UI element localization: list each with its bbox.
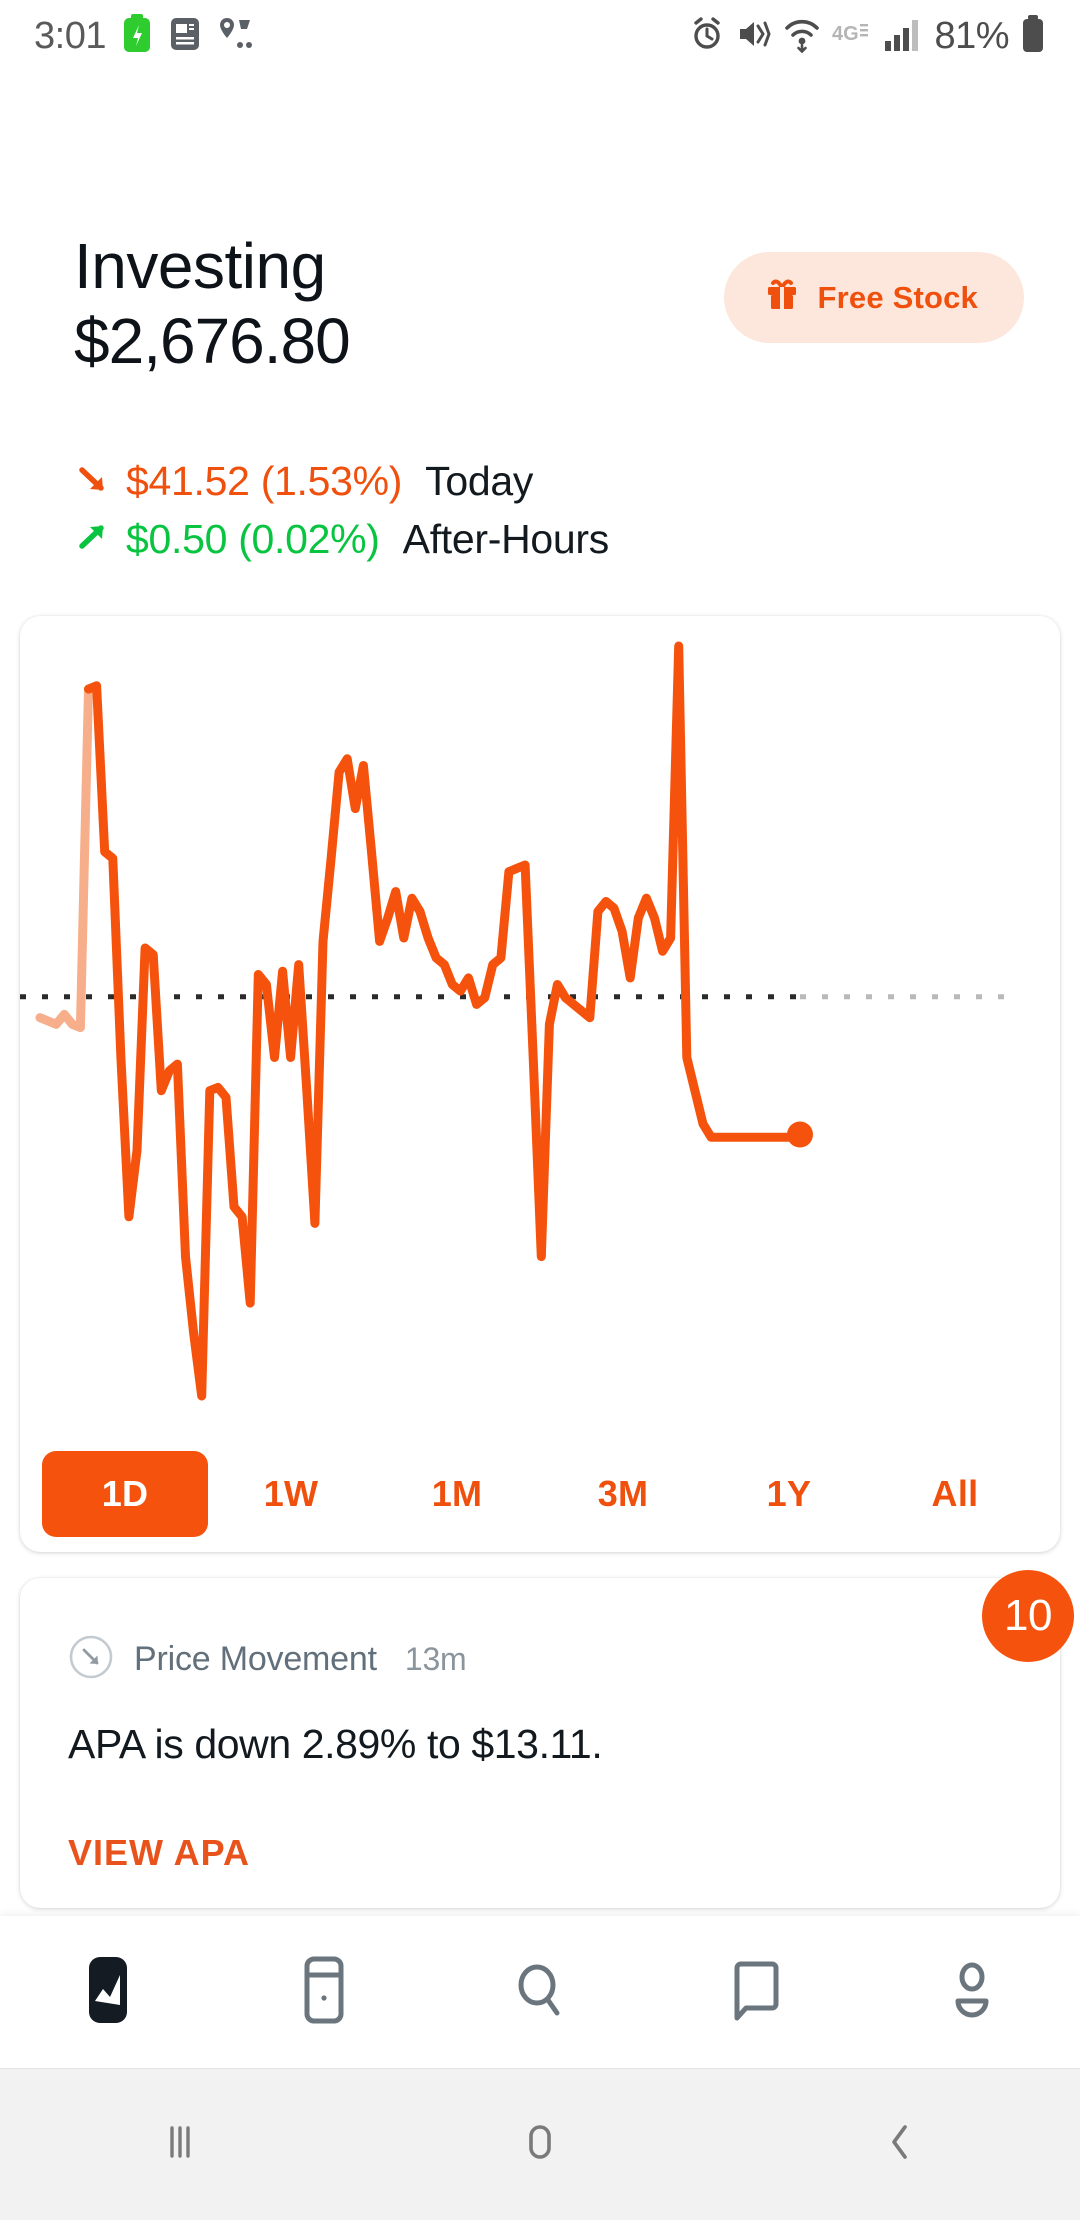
page-header: Investing $2,676.80 Free Stock [0,231,1080,379]
nav-item-messages[interactable] [648,1951,864,2034]
wallet-card-icon [293,1951,355,2034]
message-bubble-icon [725,1951,787,2034]
arrow-down-right-icon [74,460,112,503]
range-button-1m[interactable]: 1M [374,1451,540,1537]
svg-text:4G: 4G [832,23,859,45]
arrow-up-right-icon [74,518,112,561]
change-value-afterhours: $0.50 (0.02%) [126,515,380,562]
wifi-icon [783,15,821,58]
status-bar-right: 4G 81% [689,14,1046,59]
android-navigation-bar [0,2068,1080,2220]
news-badge-count[interactable]: 10 [982,1570,1074,1662]
android-home-button[interactable] [360,2114,720,2175]
change-summary: $41.52 (1.53%) Today $0.50 (0.02%) After… [0,452,1080,568]
chart-endpoint-dot [787,1121,813,1148]
range-button-1w[interactable]: 1W [208,1451,374,1537]
portfolio-chart[interactable] [20,616,1060,1436]
battery-saver-icon [120,13,154,59]
app-screen: 3:01 4G 81% Investing $2,676.80 Free Sto… [0,0,1080,2220]
nav-item-search[interactable] [432,1951,648,2034]
range-button-all[interactable]: All [872,1451,1038,1537]
chart-svg [20,641,1020,1401]
chart-box-icon [77,1951,139,2034]
view-apa-link[interactable]: VIEW APA [68,1832,250,1874]
status-bar-left: 3:01 [34,13,256,59]
news-time: 13m [404,1641,467,1677]
android-back-button[interactable] [720,2114,1080,2175]
news-body: APA is down 2.89% to $13.11. [68,1721,603,1767]
range-button-1y[interactable]: 1Y [706,1451,872,1537]
home-icon [512,2114,568,2175]
chart-line [84,641,805,1401]
free-stock-label: Free Stock [817,279,978,315]
chart-line-premarket [35,684,93,1033]
news-header: Price Movement 13m [20,1578,1060,1685]
change-row-today: $41.52 (1.53%) Today [74,452,1006,510]
change-value-today: $41.52 (1.53%) [126,457,403,504]
location-share-icon [216,14,256,59]
change-row-afterhours: $0.50 (0.02%) After-Hours [74,510,1006,568]
battery-icon [1020,14,1046,59]
android-recents-button[interactable] [0,2114,360,2175]
search-icon [509,1951,571,2034]
alarm-icon [689,15,725,58]
status-time: 3:01 [34,14,106,57]
circle-arrow-down-right-icon [68,1634,114,1685]
status-bar: 3:01 4G 81% [0,0,1080,72]
range-button-3m[interactable]: 3M [540,1451,706,1537]
chart-card: 1D 1W 1M 3M 1Y All [20,616,1060,1552]
mute-vibrate-icon [736,15,772,58]
news-kind: Price Movement [134,1640,377,1678]
back-icon [872,2114,928,2175]
battery-percent: 81% [934,14,1009,57]
change-label-today: Today [425,457,534,504]
nav-item-investing[interactable] [0,1951,216,2034]
news-app-icon [168,14,202,59]
range-selector: 1D 1W 1M 3M 1Y All [20,1436,1060,1552]
range-button-1d[interactable]: 1D [42,1451,208,1537]
recents-icon [152,2114,208,2175]
bottom-navigation [0,1916,1080,2068]
4g-icon: 4G [832,19,872,54]
gift-icon [764,277,800,318]
person-icon [941,1951,1003,2034]
signal-bars-icon [883,15,923,58]
nav-item-card[interactable] [216,1951,432,2034]
news-card[interactable]: Price Movement 13m APA is down 2.89% to … [20,1570,1074,1908]
nav-item-account[interactable] [864,1951,1080,2034]
change-label-afterhours: After-Hours [402,515,610,562]
free-stock-button[interactable]: Free Stock [724,252,1024,343]
